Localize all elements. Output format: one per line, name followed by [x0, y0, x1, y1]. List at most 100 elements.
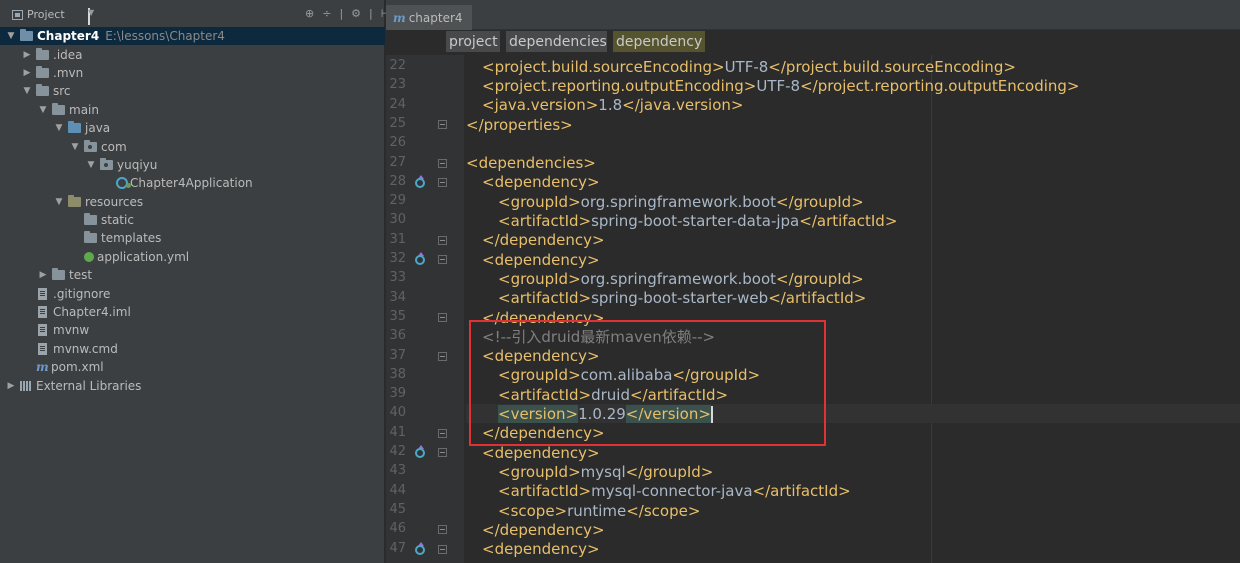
tree-item[interactable]: ▼ src: [0, 82, 385, 100]
expanded-arrow-icon[interactable]: ▼: [70, 142, 80, 152]
collapsed-arrow-icon[interactable]: ▶: [38, 270, 48, 280]
editor-area: m chapter4 project dependencies dependen…: [386, 0, 1240, 563]
folder-icon: [36, 65, 49, 78]
xml-tag: <dependency>: [482, 443, 600, 462]
code-line: <!--引入druid最新maven依赖-->: [482, 327, 715, 346]
code-line: <dependency>: [482, 347, 600, 366]
tree-item-label: java: [85, 121, 111, 136]
tab-chapter4[interactable]: m chapter4: [386, 5, 472, 30]
line-number: 43: [389, 463, 406, 479]
line-number: 42: [389, 444, 406, 459]
collapsed-arrow-icon[interactable]: ▶: [6, 381, 16, 391]
tree-item[interactable]: ▶templates: [0, 229, 385, 247]
expanded-arrow-icon[interactable]: ▼: [54, 197, 64, 207]
expanded-arrow-icon[interactable]: ▼: [54, 123, 64, 133]
breadcrumb-dependencies[interactable]: dependencies: [506, 31, 607, 52]
tree-item[interactable]: ▶ .mvn: [0, 64, 385, 82]
xml-comment: <!--引入druid最新maven依赖-->: [482, 328, 716, 347]
overridden-dependency-icon[interactable]: [415, 541, 425, 555]
fold-marker-icon[interactable]: [438, 158, 447, 168]
tree-item-path: E:\lessons\Chapter4: [105, 29, 225, 44]
chevron-down-icon[interactable]: ▼: [88, 8, 94, 25]
tree-item[interactable]: ▶mvnw.cmd: [0, 340, 385, 358]
tree-item-label: yuqiyu: [117, 157, 158, 172]
tree-item[interactable]: ▶application.yml: [0, 248, 385, 266]
collapse-all-icon[interactable]: ÷: [322, 7, 331, 20]
tree-item[interactable]: ▼ com: [0, 137, 385, 155]
tree-item[interactable]: ▼ yuqiyu: [0, 156, 385, 174]
tree-item[interactable]: ▼ Chapter4 E:\lessons\Chapter4: [0, 27, 385, 46]
fold-marker-icon[interactable]: [438, 312, 447, 322]
expanded-arrow-icon[interactable]: ▼: [38, 105, 48, 115]
code-line: <artifactId> mysql-connector-java </artifa…: [498, 482, 851, 501]
gear-icon[interactable]: ⚙: [351, 7, 361, 20]
expanded-arrow-icon[interactable]: ▼: [6, 31, 16, 41]
tree-item-label: templates: [101, 231, 162, 246]
collapsed-arrow-icon[interactable]: ▶: [22, 50, 32, 60]
tree-item[interactable]: ▶mvnw: [0, 321, 385, 339]
xml-tag: <scope>: [498, 501, 568, 520]
folder-icon: [52, 102, 65, 115]
fold-marker-icon[interactable]: [438, 544, 447, 554]
tree-item[interactable]: ▶.gitignore: [0, 284, 385, 302]
overridden-dependency-icon[interactable]: [415, 445, 425, 458]
code-line: </dependency>: [482, 424, 605, 443]
fold-marker-icon[interactable]: [438, 448, 447, 457]
fold-marker-icon[interactable]: [438, 177, 447, 187]
tree-item[interactable]: ▼ resources: [0, 193, 385, 211]
tree-item[interactable]: ▼ main: [0, 101, 385, 119]
code-line: <groupId> mysql </groupId>: [498, 462, 713, 481]
line-number: 36: [389, 328, 406, 344]
resources-folder-icon: [68, 194, 81, 207]
code-line: <artifactId> druid </artifactId>: [498, 385, 728, 404]
folder-icon: [84, 213, 97, 226]
tree-item-label: pom.xml: [51, 360, 104, 375]
tree-item[interactable]: ▶ .idea: [0, 45, 385, 63]
overridden-dependency-icon[interactable]: [415, 252, 425, 265]
code-line: <groupId> org.springframework.boot </group…: [498, 192, 864, 211]
xml-tag: </artifactId>: [799, 212, 898, 231]
project-view-selector[interactable]: Project: [12, 8, 65, 21]
tree-item-label: static: [101, 213, 134, 228]
code-line: <artifactId> spring-boot-starter-web </art…: [498, 289, 866, 308]
xml-tag: </project.reporting.outputEncoding>: [800, 76, 1080, 95]
collapsed-arrow-icon[interactable]: ▶: [22, 68, 32, 78]
overridden-dependency-icon[interactable]: [415, 174, 425, 188]
breadcrumb-dependency[interactable]: dependency: [613, 31, 705, 52]
line-number: 31: [389, 231, 406, 247]
tree-item[interactable]: ▶static: [0, 211, 385, 229]
line-number: 28: [389, 173, 406, 189]
xml-tag: </scope>: [626, 501, 701, 520]
code-line: </properties>: [466, 115, 573, 134]
scroll-from-source-icon[interactable]: ⊕: [305, 7, 314, 20]
line-number: 41: [389, 424, 406, 440]
line-number: 40: [389, 405, 406, 421]
fold-marker-icon[interactable]: [438, 119, 447, 129]
code-line: <dependency>: [482, 250, 600, 269]
fold-marker-icon[interactable]: [438, 428, 447, 438]
tree-item[interactable]: ▶ test: [0, 266, 385, 284]
tree-item[interactable]: ▶mpom.xml: [0, 358, 385, 376]
fold-marker-icon[interactable]: [438, 235, 447, 245]
xml-tag: <project.build.sourceEncoding>: [482, 57, 725, 76]
xml-tag: <artifactId>: [498, 289, 592, 308]
line-number: 23: [389, 77, 406, 93]
editor-gutter: 22 23 24 25 26 27 28 29 30 31 32 33 34 35 36 37 38 39 40 41…: [386, 55, 464, 563]
code-line: <groupId> com.alibaba </groupId>: [498, 366, 760, 385]
fold-marker-icon[interactable]: [438, 525, 447, 535]
file-icon: [38, 342, 47, 355]
fold-marker-icon[interactable]: [438, 351, 447, 361]
tree-item-label: mvnw.cmd: [53, 341, 118, 356]
fold-marker-icon[interactable]: [438, 255, 447, 264]
tree-item[interactable]: ▼ java: [0, 119, 385, 137]
tab-label: chapter4: [408, 10, 463, 25]
code-line: <artifactId> spring-boot-starter-data-jpa…: [498, 211, 897, 230]
breadcrumb-project[interactable]: project: [446, 31, 500, 52]
tree-item[interactable]: ▶Chapter4.iml: [0, 303, 385, 321]
expanded-arrow-icon[interactable]: ▼: [22, 86, 32, 96]
expanded-arrow-icon[interactable]: ▼: [86, 160, 96, 170]
tree-item[interactable]: ▶ External Libraries: [0, 376, 385, 394]
xml-tag: <groupId>: [498, 269, 581, 288]
tree-item[interactable]: ▶Chapter4Application: [0, 174, 385, 192]
code-view[interactable]: <project.build.sourceEncoding> UTF-8 </pro…: [466, 55, 1240, 563]
